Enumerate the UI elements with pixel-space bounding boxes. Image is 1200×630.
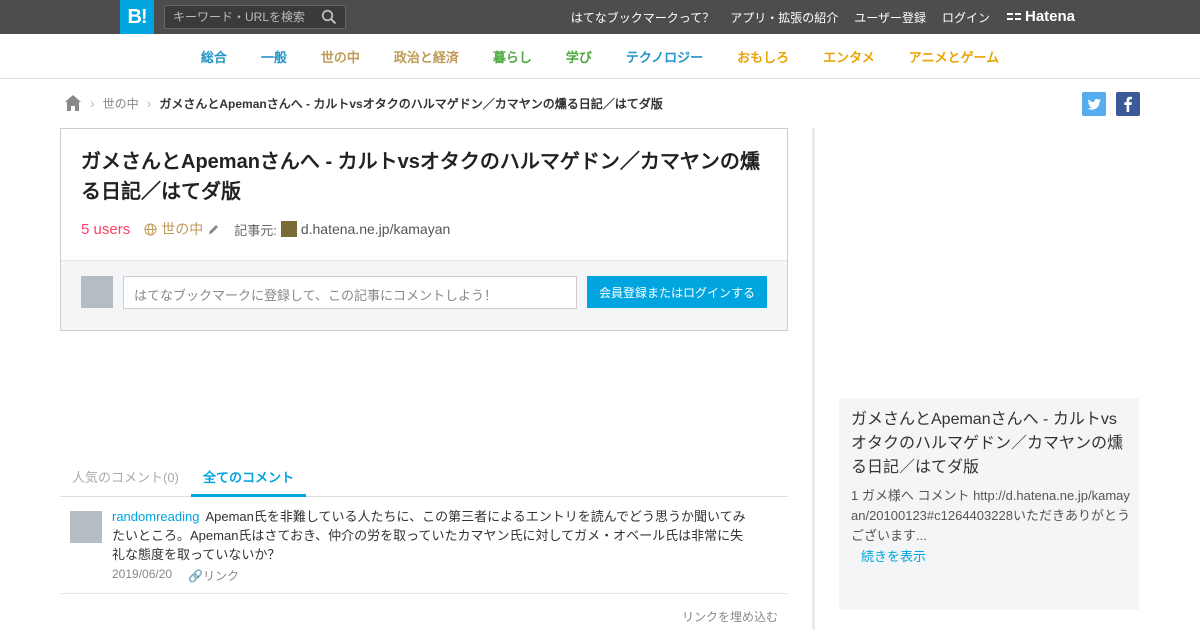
comment-tabs: 人気のコメント(0) 全てのコメント — [60, 462, 788, 497]
top-bar: B! はてなブックマークって？ アプリ・拡張の紹介 ユーザー登録 ログイン Ha… — [0, 0, 1200, 34]
category-fun[interactable]: おもしろ — [720, 47, 806, 66]
apps-link[interactable]: アプリ・拡張の紹介 — [730, 9, 838, 26]
site-favicon — [280, 221, 297, 237]
register-link[interactable]: ユーザー登録 — [854, 9, 926, 26]
source-domain[interactable]: d.hatena.ne.jp/kamayan — [301, 221, 450, 237]
search-input[interactable] — [173, 9, 318, 25]
comment-input[interactable]: はてなブックマークに登録して、この記事にコメントしよう！ — [123, 276, 577, 309]
tab-all-comments[interactable]: 全てのコメント — [191, 462, 307, 497]
entry-title[interactable]: ガメさんとApemanさんへ - カルトvsオタクのハルマゲドン／カマヤンの燻る… — [81, 147, 771, 207]
category-social[interactable]: 世の中 — [304, 47, 377, 66]
entry-summary-panel: ガメさんとApemanさんへ - カルトvsオタクのハルマゲドン／カマヤンの燻る… — [839, 398, 1139, 610]
about-link[interactable]: はてなブックマークって？ — [571, 9, 714, 26]
category-general-all[interactable]: 総合 — [184, 47, 244, 66]
comment-link[interactable]: 🔗リンク — [188, 567, 239, 584]
category-game[interactable]: アニメとゲーム — [892, 47, 1016, 66]
comment-body: randomreading Apeman氏を非難している人たちに、この第三者による… — [112, 507, 752, 564]
category-entertainment[interactable]: エンタメ — [806, 47, 892, 66]
entry-card: ガメさんとApemanさんへ - カルトvsオタクのハルマゲドン／カマヤンの燻る… — [60, 128, 788, 331]
tab-popular-comments[interactable]: 人気のコメント(0) — [60, 462, 191, 497]
hatena-logo-icon — [1007, 12, 1021, 20]
column-divider — [812, 128, 815, 630]
comment-link-label: リンク — [203, 569, 240, 583]
facebook-icon — [1124, 96, 1132, 112]
entry-category-label: 世の中 — [161, 221, 204, 237]
globe-icon — [144, 223, 157, 235]
summary-text: 1 ガメ様へ コメント http://d.hatena.ne.jp/kamaya… — [851, 488, 1130, 543]
category-knowledge[interactable]: 学び — [549, 47, 609, 66]
hatena-bookmark-logo[interactable]: B! — [120, 0, 154, 34]
hatena-brand[interactable]: Hatena — [1007, 8, 1075, 25]
comment-text: Apeman氏を非難している人たちに、この第三者によるエントリを読んでどう思うか… — [112, 509, 746, 562]
summary-title[interactable]: ガメさんとApemanさんへ - カルトvsオタクのハルマゲドン／カマヤンの燻る… — [851, 408, 1131, 480]
entry-source: 記事元: d.hatena.ne.jp/kamayan — [234, 220, 450, 239]
pencil-icon[interactable] — [207, 223, 220, 236]
link-icon: 🔗 — [188, 569, 204, 583]
category-economics[interactable]: 政治と経済 — [377, 47, 476, 66]
register-or-login-button[interactable]: 会員登録またはログインする — [587, 276, 767, 308]
category-it[interactable]: テクノロジー — [609, 47, 720, 66]
list-item: randomreading Apeman氏を非難している人たちに、この第三者による… — [60, 497, 788, 594]
chevron-right-icon: › — [90, 95, 95, 111]
show-more-link[interactable]: 続きを表示 — [861, 546, 926, 565]
login-link[interactable]: ログイン — [942, 9, 990, 26]
comment-username[interactable]: randomreading — [112, 509, 199, 524]
category-nav: 総合 一般 世の中 政治と経済 暮らし 学び テクノロジー おもしろ エンタメ … — [0, 34, 1200, 79]
entry-category[interactable]: 世の中 — [144, 219, 220, 239]
breadcrumb-title: ガメさんとApemanさんへ - カルトvsオタクのハルマゲドン／カマヤンの燻る… — [159, 96, 663, 111]
avatar[interactable] — [70, 511, 102, 543]
breadcrumb-category[interactable]: 世の中 — [103, 95, 139, 112]
bookmark-user-count[interactable]: 5 users — [81, 221, 130, 238]
chevron-right-icon: › — [146, 95, 152, 111]
comment-date[interactable]: 2019/06/20 — [112, 567, 172, 584]
twitter-icon — [1087, 98, 1101, 110]
category-general[interactable]: 一般 — [244, 47, 304, 66]
comment-form: はてなブックマークに登録して、この記事にコメントしよう！ 会員登録またはログイン… — [61, 260, 787, 330]
entry-meta: 5 users 世の中 記事元: d.hatena.ne.jp/kamayan — [81, 219, 450, 239]
breadcrumb: › 世の中 › ガメさんとApemanさんへ - カルトvsオタクのハルマゲドン… — [64, 93, 663, 113]
comment-meta: 2019/06/20 🔗リンク — [112, 567, 239, 584]
source-label: 記事元: — [234, 222, 277, 238]
facebook-share-button[interactable] — [1116, 92, 1140, 116]
search-box — [164, 5, 346, 29]
category-life[interactable]: 暮らし — [476, 47, 549, 66]
twitter-share-button[interactable] — [1082, 92, 1106, 116]
avatar — [81, 276, 113, 308]
top-links: はてなブックマークって？ アプリ・拡張の紹介 ユーザー登録 ログイン — [571, 0, 990, 34]
search-icon[interactable] — [321, 9, 337, 25]
embed-link[interactable]: リンクを埋め込む — [682, 608, 778, 625]
hatena-brand-label: Hatena — [1025, 8, 1076, 25]
home-icon[interactable] — [64, 94, 82, 112]
